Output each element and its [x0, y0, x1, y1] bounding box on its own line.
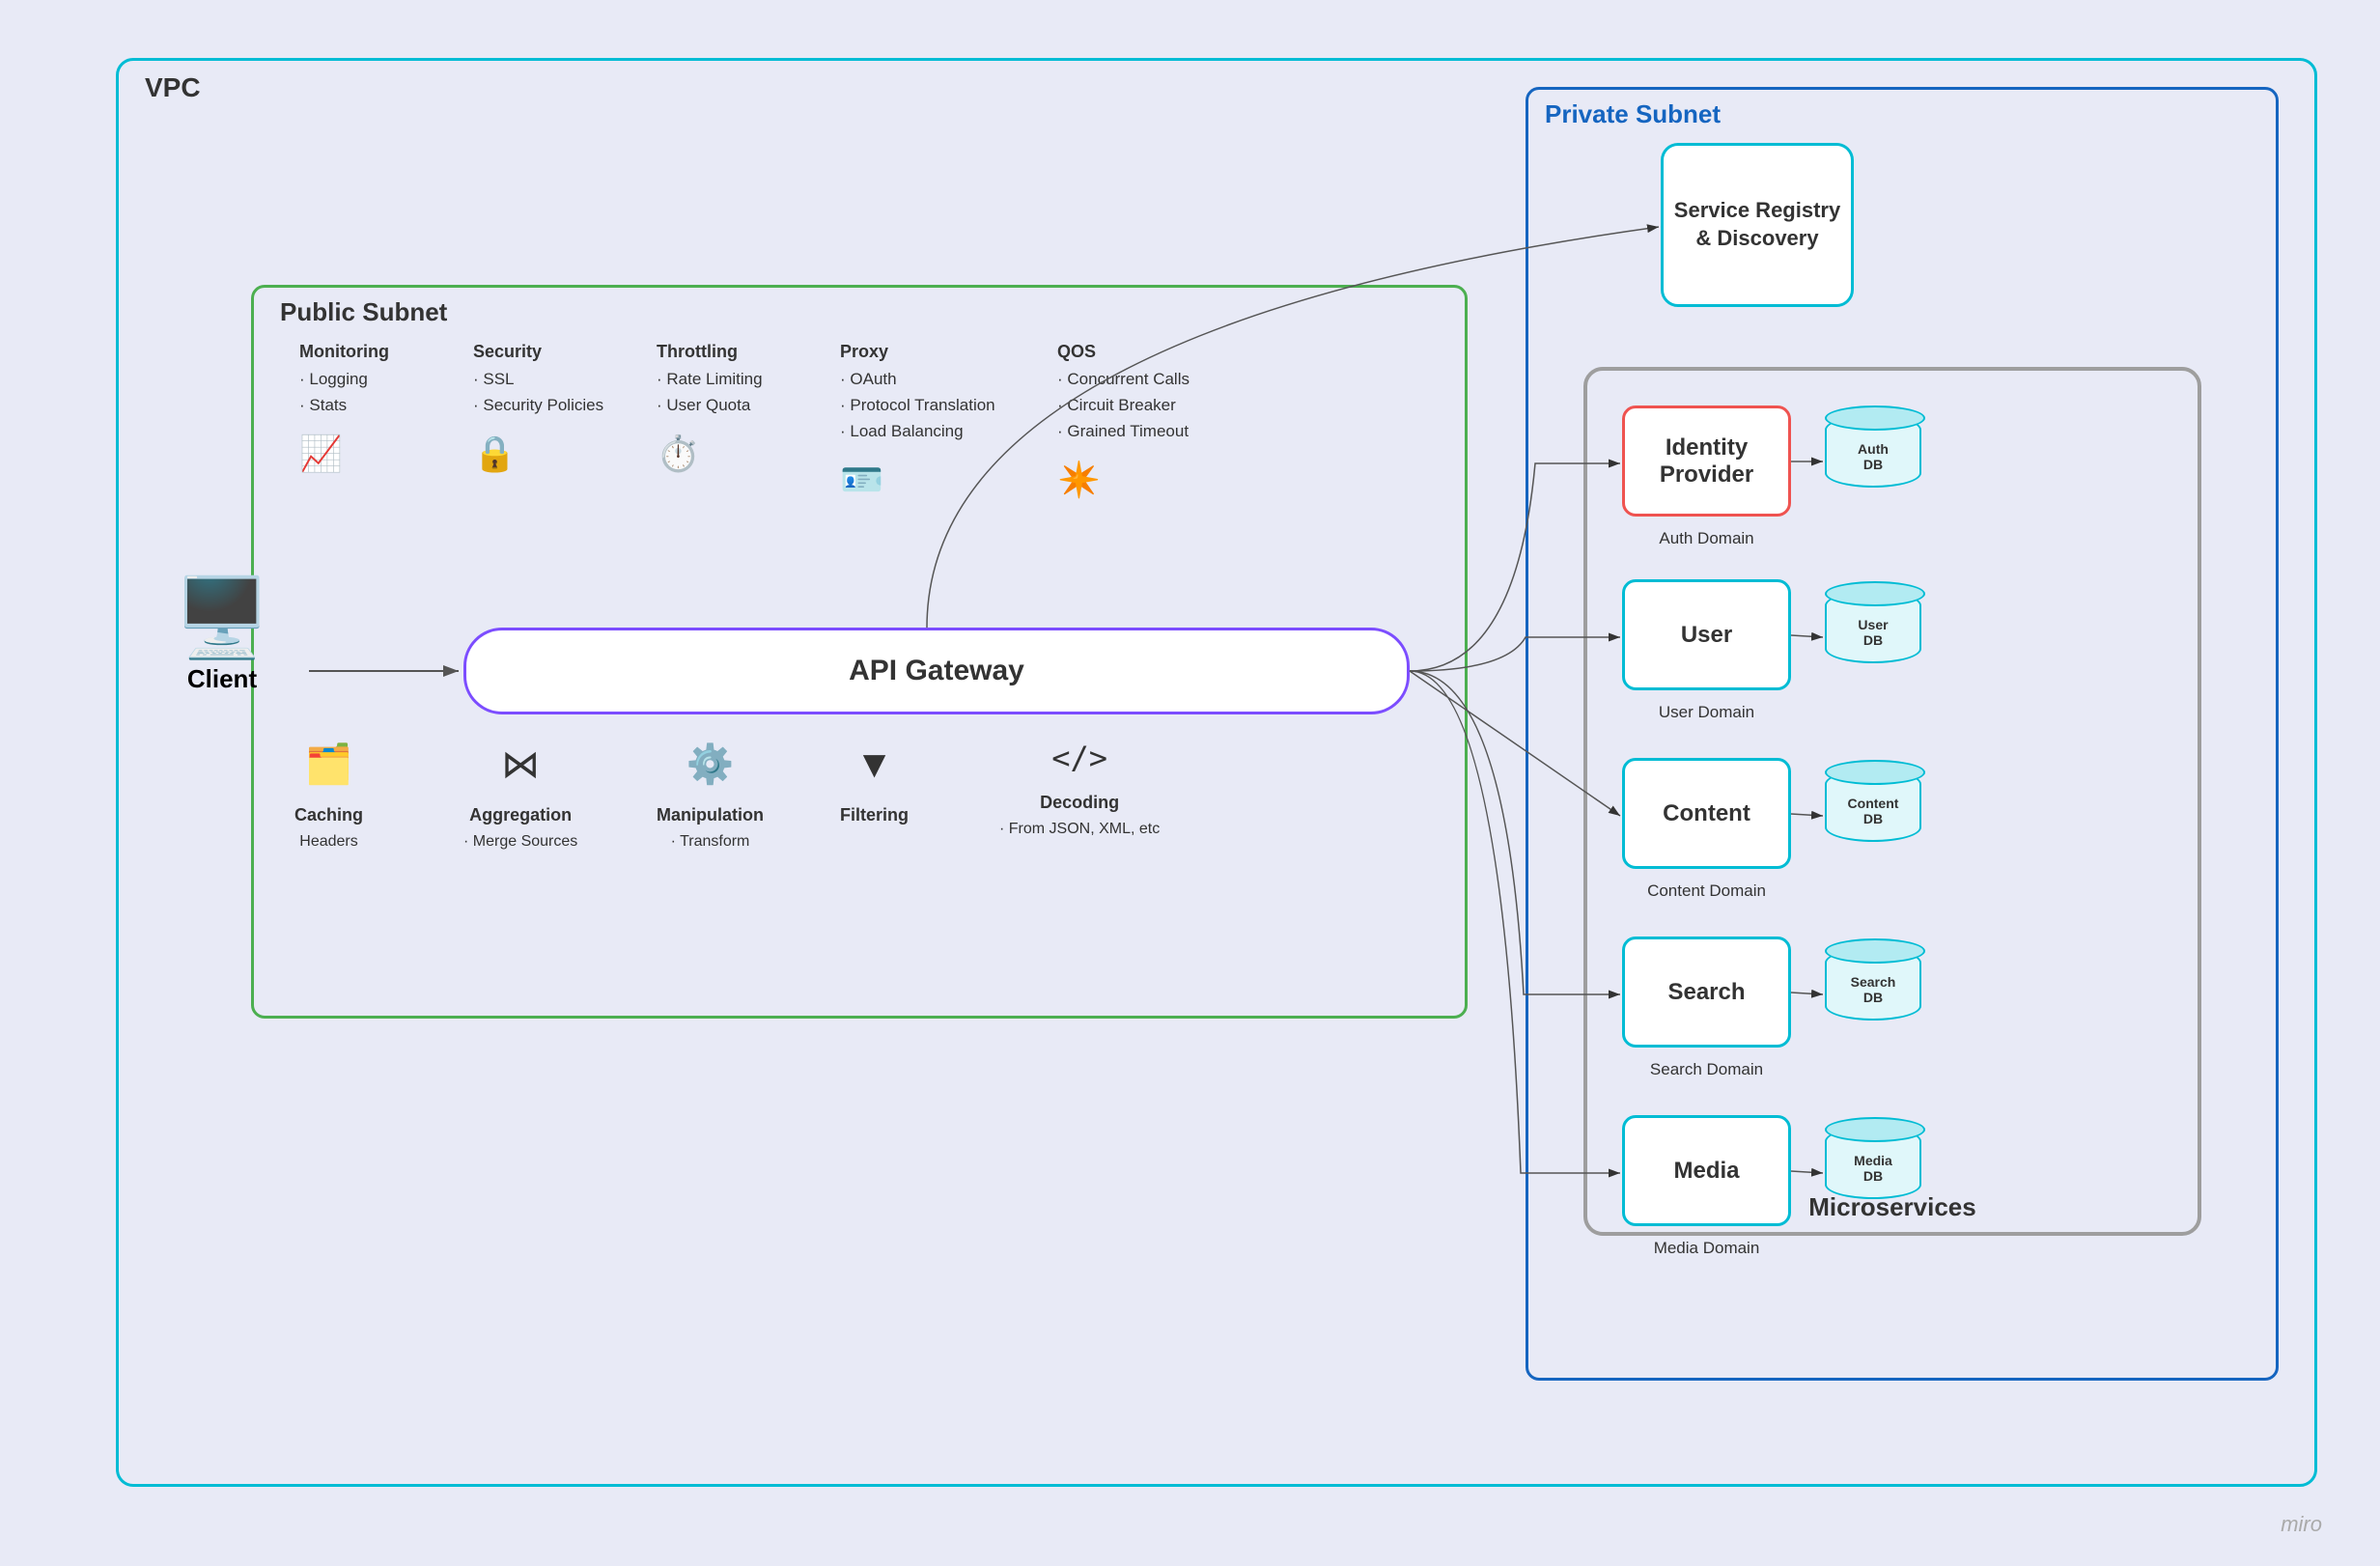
user-db: UserDB [1825, 591, 1921, 663]
decoding-icon: </> [999, 734, 1160, 783]
proxy-icon: 🪪 [840, 452, 995, 508]
ms-media-label: Media [1673, 1158, 1739, 1185]
ms-content-domain: Content Domain [1622, 881, 1791, 901]
api-gateway-label: API Gateway [849, 655, 1024, 687]
security-title: Security [473, 338, 603, 366]
filtering-icon: ▼ [840, 734, 909, 796]
feature-proxy: Proxy · OAuth· Protocol Translation· Loa… [840, 338, 995, 508]
feature-manipulation: ⚙️ Manipulation · Transform [657, 734, 764, 853]
media-db: MediaDB [1825, 1127, 1921, 1199]
ms-user-box: User [1622, 579, 1791, 690]
search-db-cylinder: SearchDB [1825, 948, 1921, 1021]
decoding-sub: · From JSON, XML, etc [999, 817, 1160, 842]
ms-search-label: Search [1667, 979, 1745, 1006]
qos-items: · Concurrent Calls· Circuit Breaker· Gra… [1057, 366, 1190, 445]
service-registry-label: Service Registry & Discovery [1664, 197, 1851, 252]
ms-content-box: Content [1622, 758, 1791, 869]
security-items: · SSL· Security Policies [473, 366, 603, 418]
aggregation-icon: ⋈ [463, 734, 577, 796]
security-icon: 🔒 [473, 426, 603, 482]
feature-filtering: ▼ Filtering [840, 734, 909, 829]
vpc-label: VPC [145, 72, 201, 103]
client-label: Client [135, 664, 309, 694]
manipulation-icon: ⚙️ [657, 734, 764, 796]
ms-media-box: Media [1622, 1115, 1791, 1226]
ms-media-domain: Media Domain [1622, 1239, 1791, 1258]
monitoring-items: · Logging· Stats [299, 366, 389, 418]
ms-user-domain: User Domain [1622, 703, 1791, 722]
feature-decoding: </> Decoding · From JSON, XML, etc [999, 734, 1160, 842]
miro-watermark: miro [2281, 1512, 2322, 1537]
ms-content-label: Content [1663, 800, 1750, 827]
service-registry-box: Service Registry & Discovery [1661, 143, 1854, 307]
ms-identity-label: IdentityProvider [1660, 434, 1753, 489]
ms-auth-domain: Auth Domain [1622, 529, 1791, 548]
throttling-items: · Rate Limiting· User Quota [657, 366, 763, 418]
media-db-label: MediaDB [1854, 1153, 1892, 1184]
user-db-cylinder: UserDB [1825, 591, 1921, 663]
content-db-cylinder: ContentDB [1825, 769, 1921, 842]
proxy-items: · OAuth· Protocol Translation· Load Bala… [840, 366, 995, 445]
diagram-container: VPC Private Subnet Public Subnet 🖥️ Clie… [0, 0, 2380, 1566]
content-db-label: ContentDB [1848, 796, 1899, 826]
feature-aggregation: ⋈ Aggregation · Merge Sources [463, 734, 577, 853]
throttling-icon: ⏱️ [657, 426, 763, 482]
feature-qos: QOS · Concurrent Calls· Circuit Breaker·… [1057, 338, 1190, 508]
search-db-label: SearchDB [1851, 974, 1896, 1005]
api-gateway-box: API Gateway [463, 628, 1410, 714]
monitoring-title: Monitoring [299, 338, 389, 366]
filtering-title: Filtering [840, 801, 909, 829]
feature-caching: 🗂️ Caching Headers [294, 734, 363, 853]
user-db-label: UserDB [1858, 617, 1888, 648]
proxy-title: Proxy [840, 338, 995, 366]
caching-title: Caching [294, 801, 363, 829]
manipulation-sub: · Transform [657, 829, 764, 854]
client-box: 🖥️ Client [135, 579, 309, 694]
ms-user-label: User [1681, 622, 1732, 649]
decoding-title: Decoding [999, 789, 1160, 817]
caching-sub: Headers [294, 829, 363, 854]
media-db-cylinder: MediaDB [1825, 1127, 1921, 1199]
monitoring-icon: 📈 [299, 426, 389, 482]
content-db: ContentDB [1825, 769, 1921, 842]
private-subnet-label: Private Subnet [1545, 99, 1721, 129]
feature-security: Security · SSL· Security Policies 🔒 [473, 338, 603, 482]
qos-title: QOS [1057, 338, 1190, 366]
ms-identity-box: IdentityProvider [1622, 405, 1791, 517]
auth-db-label: AuthDB [1858, 441, 1889, 472]
public-subnet-label: Public Subnet [280, 297, 447, 327]
feature-throttling: Throttling · Rate Limiting· User Quota ⏱… [657, 338, 763, 482]
aggregation-sub: · Merge Sources [463, 829, 577, 854]
ms-search-box: Search [1622, 937, 1791, 1048]
caching-icon: 🗂️ [294, 734, 363, 796]
client-icon: 🖥️ [135, 579, 309, 657]
qos-icon: ✴️ [1057, 452, 1190, 508]
throttling-title: Throttling [657, 338, 763, 366]
aggregation-title: Aggregation [463, 801, 577, 829]
feature-monitoring: Monitoring · Logging· Stats 📈 [299, 338, 389, 482]
ms-search-domain: Search Domain [1622, 1060, 1791, 1079]
manipulation-title: Manipulation [657, 801, 764, 829]
auth-db: AuthDB [1825, 415, 1921, 488]
search-db: SearchDB [1825, 948, 1921, 1021]
auth-db-cylinder: AuthDB [1825, 415, 1921, 488]
